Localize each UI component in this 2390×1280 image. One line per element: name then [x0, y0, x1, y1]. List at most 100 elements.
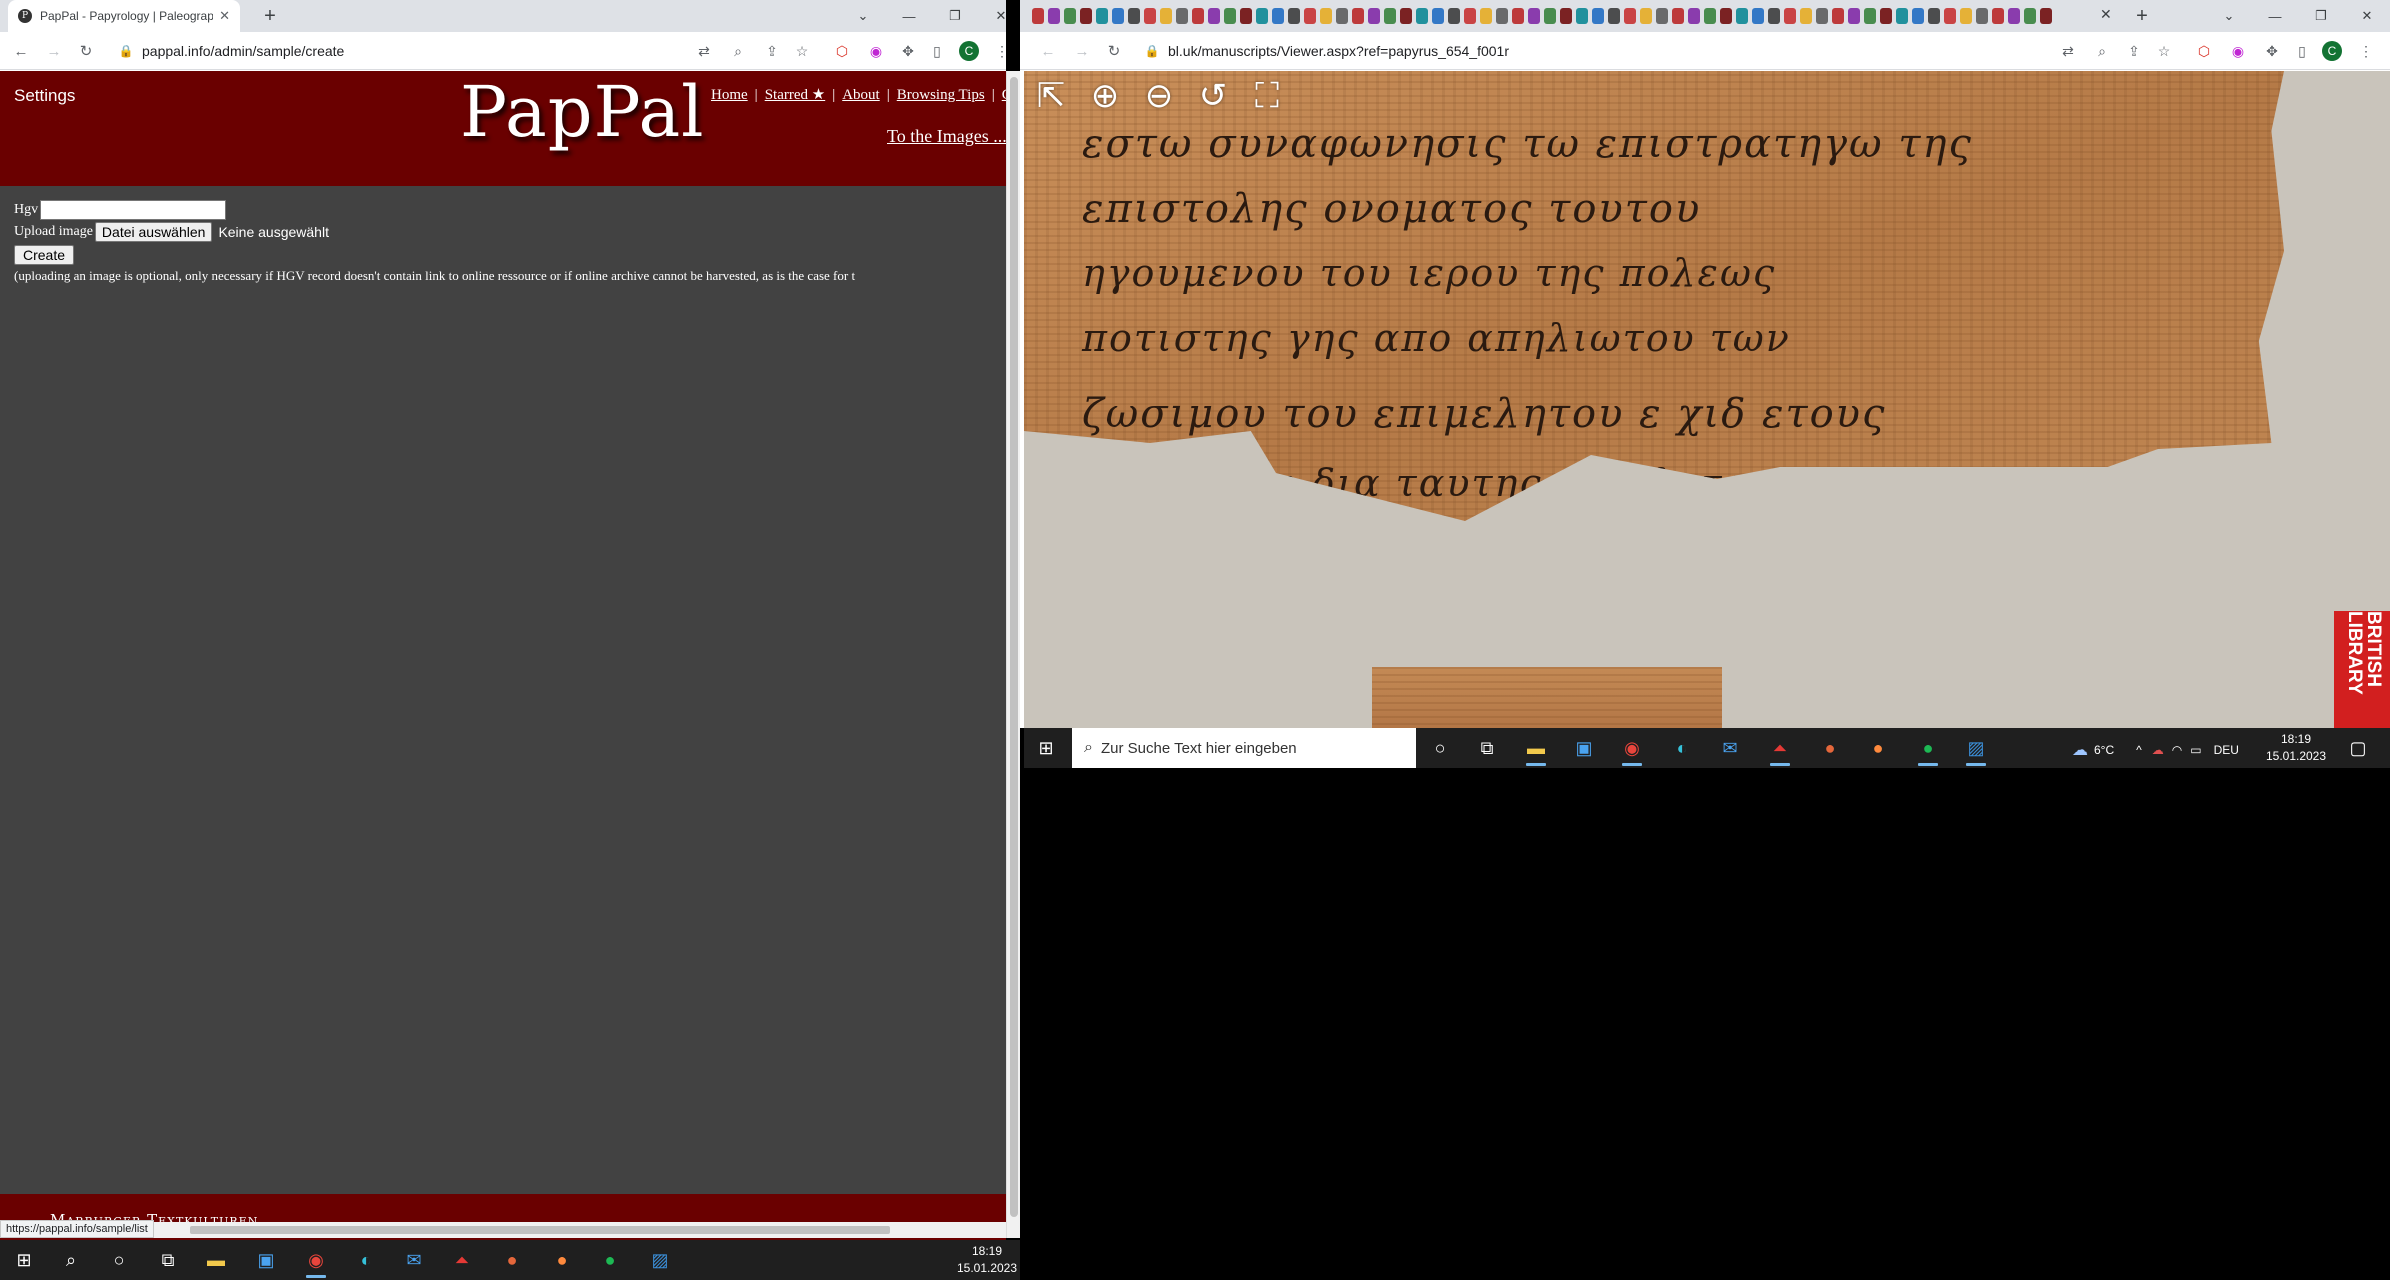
pinned-tab-favicon[interactable]	[1688, 8, 1700, 24]
pinned-tab-favicon[interactable]	[1080, 8, 1092, 24]
translate-icon[interactable]: ⇄	[694, 41, 714, 61]
pinned-tab-favicon[interactable]	[1512, 8, 1524, 24]
pinned-tab-favicon[interactable]	[1400, 8, 1412, 24]
share-icon[interactable]: ⇪	[2124, 41, 2144, 61]
pinned-tab-favicon[interactable]	[1672, 8, 1684, 24]
pinned-tab-favicon[interactable]	[1704, 8, 1716, 24]
pinned-tab-favicon[interactable]	[1096, 8, 1108, 24]
pinned-tab-favicon[interactable]	[1432, 8, 1444, 24]
pinned-tab-favicon[interactable]	[1192, 8, 1204, 24]
new-tab-icon[interactable]: +	[258, 4, 282, 28]
pinned-tab-favicon[interactable]	[1528, 8, 1540, 24]
exit-icon[interactable]: ⇱	[1030, 75, 1072, 117]
new-tab-icon[interactable]: +	[2130, 4, 2154, 28]
onedrive-icon[interactable]: ☁	[2152, 743, 2164, 757]
address-bar[interactable]: 🔒 pappal.info/admin/sample/create	[108, 36, 698, 66]
extension-icon[interactable]: ⬡	[832, 41, 852, 61]
powerpoint-icon[interactable]: ●	[496, 1244, 528, 1276]
pinned-tab-favicon[interactable]	[1464, 8, 1476, 24]
reload-icon[interactable]: ↻	[1104, 41, 1124, 61]
pinned-tab-favicon[interactable]	[1736, 8, 1748, 24]
pinned-tab-favicon[interactable]	[1832, 8, 1844, 24]
task-view-icon[interactable]: ⧉	[152, 1244, 184, 1276]
settings-link[interactable]: Settings	[14, 86, 75, 106]
close-window-icon[interactable]: ✕	[978, 0, 1006, 32]
edge-icon[interactable]: ◐	[350, 1244, 382, 1276]
zoom-icon[interactable]: ⌕	[728, 41, 748, 61]
nav-about[interactable]: About	[842, 87, 880, 103]
pinned-tab-favicon[interactable]	[1592, 8, 1604, 24]
close-tab-icon[interactable]: ✕	[2100, 6, 2112, 23]
manuscript-viewer[interactable]: εστω συναφωνησις τω επιστρατηγω της επισ…	[1024, 71, 2390, 728]
pinned-tab-favicon[interactable]	[1304, 8, 1316, 24]
reload-icon[interactable]: ↻	[76, 41, 96, 61]
pinned-tab-favicon[interactable]	[1624, 8, 1636, 24]
back-icon[interactable]: ←	[1038, 41, 1058, 61]
pinned-tab-favicon[interactable]	[1928, 8, 1940, 24]
to-images-link[interactable]: To the Images ...	[887, 126, 1006, 147]
edge-icon[interactable]: ◐	[1666, 732, 1698, 764]
mail-icon[interactable]: ✉	[398, 1244, 430, 1276]
pinned-tab-favicon[interactable]	[1224, 8, 1236, 24]
pinned-tab-favicon[interactable]	[1816, 8, 1828, 24]
pinned-tab-favicon[interactable]	[1336, 8, 1348, 24]
british-library-badge[interactable]: BRITISH LIBRARY	[2334, 611, 2390, 728]
choose-file-button[interactable]: Datei auswählen	[94, 222, 213, 242]
vertical-scrollbar[interactable]	[1006, 71, 1020, 1238]
share-icon[interactable]: ⇪	[762, 41, 782, 61]
pinned-tab-favicon[interactable]	[1896, 8, 1908, 24]
pinned-tab-favicon[interactable]	[1608, 8, 1620, 24]
pinned-tab-favicon[interactable]	[1560, 8, 1572, 24]
pinned-tab-favicon[interactable]	[1752, 8, 1764, 24]
language-indicator[interactable]: DEU	[2214, 743, 2239, 757]
firefox-icon[interactable]: ●	[1862, 732, 1894, 764]
site-logo[interactable]: PapPal	[460, 71, 705, 153]
file-explorer-icon[interactable]: ▬	[1520, 732, 1552, 766]
close-window-icon[interactable]: ✕	[2344, 0, 2390, 32]
store-icon[interactable]: ▣	[1568, 732, 1600, 764]
tab-search-icon[interactable]: ⌄	[840, 0, 886, 32]
photos-icon[interactable]: ▨	[644, 1244, 676, 1276]
profile-avatar[interactable]: C	[959, 41, 979, 61]
chrome-icon[interactable]: ◉	[300, 1244, 332, 1278]
menu-kebab-icon[interactable]: ⋮	[992, 41, 1006, 61]
bookmark-star-icon[interactable]: ☆	[2154, 41, 2174, 61]
pinned-tab-favicon[interactable]	[1496, 8, 1508, 24]
nav-starred[interactable]: Starred ★	[765, 87, 826, 103]
side-panel-icon[interactable]: ▯	[2292, 41, 2312, 61]
back-icon[interactable]: ←	[11, 41, 31, 61]
scrollbar-thumb[interactable]	[1010, 77, 1018, 1217]
pinned-tab-favicon[interactable]	[1032, 8, 1044, 24]
pinned-tab-favicon[interactable]	[1352, 8, 1364, 24]
clock[interactable]: 18:19 15.01.2023	[955, 1243, 1019, 1277]
battery-icon[interactable]: ▭	[2190, 743, 2201, 757]
tab-pappal[interactable]: P PapPal - Papyrology | Paleograph ✕	[8, 0, 240, 32]
profile-avatar[interactable]: C	[2322, 41, 2342, 61]
powerpoint-icon[interactable]: ●	[1814, 732, 1846, 764]
pinned-tab-favicon[interactable]	[1176, 8, 1188, 24]
zoom-out-icon[interactable]: ⊖	[1138, 75, 1180, 117]
hgv-input[interactable]	[40, 200, 227, 220]
create-button[interactable]: Create	[14, 245, 75, 265]
pinned-tab-favicon[interactable]	[1128, 8, 1140, 24]
zoom-in-icon[interactable]: ⊕	[1084, 75, 1126, 117]
pinned-tab-favicon[interactable]	[1992, 8, 2004, 24]
pinned-tab-favicon[interactable]	[1064, 8, 1076, 24]
pinned-tab-favicon[interactable]	[1864, 8, 1876, 24]
pinned-tab-favicon[interactable]	[1944, 8, 1956, 24]
pinned-tab-favicon[interactable]	[1448, 8, 1460, 24]
pinned-tab-favicon[interactable]	[1112, 8, 1124, 24]
minimize-icon[interactable]: —	[2252, 0, 2298, 32]
pinned-tab-favicon[interactable]	[1288, 8, 1300, 24]
fit-icon[interactable]: ⛶	[1246, 75, 1288, 117]
zoom-icon[interactable]: ⌕	[2092, 41, 2112, 61]
minimize-icon[interactable]: —	[886, 0, 932, 32]
search-icon[interactable]: ⌕	[55, 1244, 87, 1276]
cloud-weather-icon[interactable]: ☁	[2072, 740, 2088, 760]
chevron-up-icon[interactable]: ^	[2136, 743, 2142, 757]
windows-start-icon[interactable]: ⊞	[1030, 732, 1062, 764]
pinned-tab-favicon[interactable]	[1640, 8, 1652, 24]
photos-icon[interactable]: ▨	[1960, 732, 1992, 766]
pinned-tab-favicon[interactable]	[1160, 8, 1172, 24]
extension-icon[interactable]: ⬡	[2194, 41, 2214, 61]
